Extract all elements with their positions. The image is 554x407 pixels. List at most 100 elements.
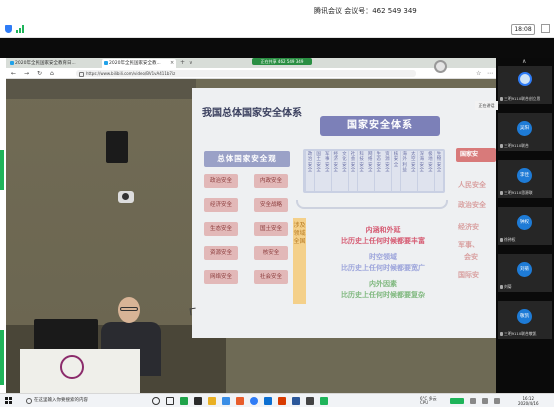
room-camera — [118, 191, 134, 203]
mouse-cursor-icon — [189, 307, 197, 316]
tab-close-icon[interactable]: × — [170, 59, 174, 67]
participant-avatar: 刘菊 — [517, 262, 532, 277]
taskbar-clock[interactable]: 16:12 2020/4/16 — [518, 396, 539, 406]
star-icon[interactable]: ☆ — [476, 69, 481, 78]
participant-name: 三明9110联合 — [500, 143, 529, 149]
participant-tile[interactable]: 吴阳 三明9110联合 — [498, 113, 552, 151]
side-marker — [0, 330, 4, 385]
slide-left-box: 内政安全 — [254, 174, 288, 188]
task-view-icon[interactable] — [166, 397, 174, 405]
video-player[interactable]: 我国总体国家安全体系 国家安全体系 总体国家安全观 政治安全 内政安全 经济安全… — [6, 79, 496, 393]
weather-widget[interactable]: 6°C 多云 CPU — [420, 397, 437, 405]
back-arrow-icon[interactable]: ← — [11, 69, 16, 78]
slide-pillar: 极地安全 — [426, 151, 435, 191]
fullscreen-icon[interactable] — [541, 24, 550, 33]
new-tab-button[interactable]: + — [180, 58, 185, 68]
slide-pillar: 深海安全 — [417, 151, 426, 191]
slide-left-box: 政治安全 — [204, 174, 238, 188]
slide-pillar: 经济安全 — [331, 151, 340, 191]
participant-avatar: 李佳 — [517, 168, 532, 183]
app-icon[interactable] — [306, 397, 314, 405]
participant-tile[interactable]: 三明9110联合创立思 正在讲话 — [475, 66, 552, 110]
browser-icon[interactable] — [222, 397, 230, 405]
ceiling — [6, 79, 196, 99]
url-field[interactable]: https://www.bilibili.com/video/BV1vA411b… — [76, 70, 416, 77]
volume-icon[interactable] — [482, 398, 488, 404]
tab-label: 2020年全民国家安全教... — [109, 61, 161, 66]
collapse-panel-icon[interactable]: ∧ — [522, 58, 526, 65]
app-icon[interactable] — [194, 397, 202, 405]
tab-menu-icon[interactable]: ∨ — [189, 58, 193, 68]
slide-center-line: 内外因素 — [369, 280, 397, 288]
slide-right-item: 经济安 — [458, 223, 479, 231]
meeting-toolbar: 18:08 — [0, 20, 554, 38]
slide-right-item: 军事、 — [458, 241, 479, 249]
slide-center-line: 比历史上任何时候都要宽广 — [341, 264, 425, 272]
slide-center-line: 内涵和外延 — [365, 226, 401, 234]
slide-title: 我国总体国家安全体系 — [202, 108, 302, 119]
slide-pillar: 海外利益 — [400, 151, 409, 191]
slide-pillar: 科技安全 — [357, 151, 366, 191]
word-icon[interactable] — [292, 397, 300, 405]
mic-icon — [500, 97, 503, 101]
slide-right-item: 人民安全 — [458, 181, 486, 189]
browser-window: 2020年全民国家安全教育日... 2020年全民国家安全教... × + ∨ … — [6, 58, 496, 393]
browser-address-bar: ← → ↻ ⌂ https://www.bilibili.com/video/B… — [6, 68, 496, 79]
folder-icon[interactable] — [208, 397, 216, 405]
windows-start-icon[interactable] — [5, 397, 12, 404]
home-icon[interactable]: ⌂ — [50, 69, 54, 78]
participant-name: 三明9110联合敬凯 — [500, 331, 536, 337]
sharing-indicator[interactable]: 正在共享 462 549 349 — [252, 58, 312, 65]
taskbar-search-box[interactable]: 在这里输入你要搜索的内容 — [24, 396, 144, 406]
browser-tab[interactable]: 2020年全民国家安全教育日... — [8, 59, 100, 68]
app-icon[interactable] — [236, 397, 244, 405]
speaking-indicator: 正在讲话 — [475, 101, 498, 110]
participant-logo-avatar — [518, 72, 532, 86]
more-icon[interactable]: ⋯ — [487, 69, 493, 78]
projector-screen: 我国总体国家安全体系 国家安全体系 总体国家安全观 政治安全 内政安全 经济安全… — [192, 88, 496, 338]
input-method-icon[interactable] — [494, 398, 500, 404]
slide-pillar: 资源安全 — [383, 151, 392, 191]
participants-panel: ∧ 三明9110联合创立思 正在讲话 吴阳 三明9110联合 李佳 三明9110… — [475, 58, 554, 393]
university-seal-icon — [60, 355, 84, 379]
slide-pillar: 军事安全 — [323, 151, 332, 191]
slide-left-box: 生态安全 — [204, 222, 238, 236]
windows-taskbar: 在这里输入你要搜索的内容 6°C 多云 CPU 16:12 2020/4/16 — [0, 393, 554, 407]
floating-record-button[interactable] — [434, 60, 447, 73]
slide-pillar: 网络安全 — [366, 151, 375, 191]
slide-pillar: 政治安全 — [306, 151, 314, 191]
slide-pillar: 核安全 — [392, 151, 400, 191]
forward-arrow-icon[interactable]: → — [24, 69, 29, 78]
browser-tab-active[interactable]: 2020年全民国家安全教... — [102, 59, 176, 68]
powerpoint-icon[interactable] — [278, 397, 286, 405]
cpu-meter-icon[interactable] — [450, 398, 464, 404]
edge-icon[interactable] — [264, 397, 272, 405]
participant-tile[interactable]: 钟权 徐钟权 — [498, 207, 552, 245]
slide-vertical-label: 涉及领域全国 — [293, 218, 306, 304]
loudspeaker — [106, 131, 128, 163]
mic-icon — [500, 144, 503, 148]
tencent-meeting-icon[interactable] — [250, 397, 258, 405]
side-marker — [0, 150, 4, 190]
share-top-band — [0, 38, 554, 58]
security-shield-icon[interactable] — [5, 25, 12, 33]
network-icon[interactable] — [470, 398, 476, 404]
slide-pillar: 国土安全 — [314, 151, 323, 191]
app-icon[interactable] — [320, 397, 328, 405]
slide-pillar: 文化安全 — [340, 151, 349, 191]
slide-right-heading: 国家安 — [456, 148, 496, 162]
meeting-title-bar: 腾讯会议 会议号：462 549 349 — [0, 0, 554, 20]
slide-center-line: 比历史上任何时候都要丰富 — [341, 237, 425, 245]
refresh-icon[interactable]: ↻ — [37, 69, 42, 78]
signal-strength-icon[interactable] — [16, 25, 26, 33]
participant-avatar: 敬凯 — [517, 309, 532, 324]
participant-tile[interactable]: 敬凯 三明9110联合敬凯 — [498, 301, 552, 339]
slide-left-box: 经济安全 — [204, 198, 238, 212]
participant-name: 三明9110思源联 — [500, 190, 533, 196]
participant-tile[interactable]: 刘菊 刘菊 — [498, 254, 552, 292]
cortana-icon[interactable] — [152, 397, 160, 405]
tab-label: 2020年全民国家安全教育日... — [15, 61, 76, 66]
participant-tile[interactable]: 李佳 三明9110思源联 — [498, 160, 552, 198]
wechat-icon[interactable] — [180, 397, 188, 405]
browser-tab-bar: 2020年全民国家安全教育日... 2020年全民国家安全教... × + ∨ … — [6, 58, 496, 68]
